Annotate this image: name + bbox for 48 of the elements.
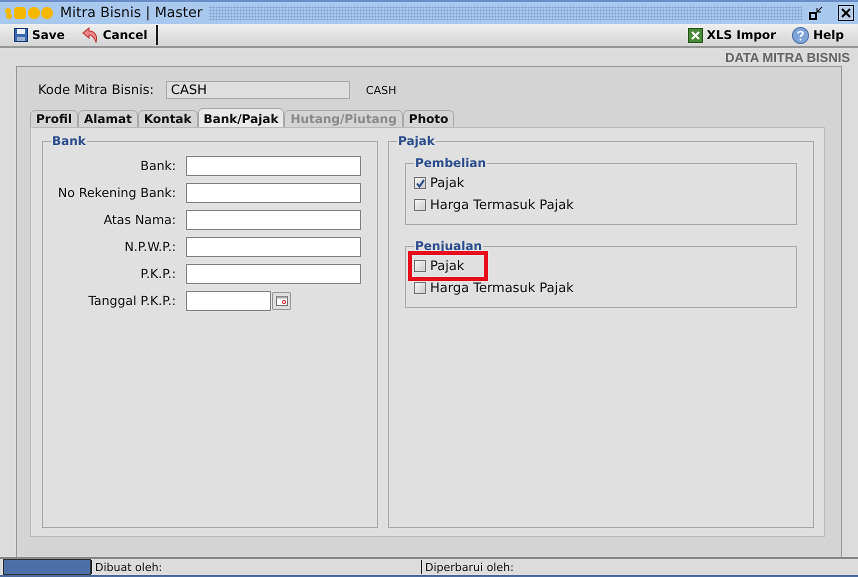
undo-arrow-icon <box>80 27 99 43</box>
group-title: Penjualan <box>414 239 483 253</box>
text-field[interactable] <box>186 236 361 256</box>
section-header: DATA MITRA BISNIS <box>725 50 850 65</box>
checkbox-label: Pajak <box>430 258 464 274</box>
help-icon <box>792 26 810 44</box>
field-label: Atas Nama: <box>102 212 176 227</box>
cancel-button[interactable]: Cancel <box>72 27 156 43</box>
window-title: Mitra Bisnis | Master <box>60 5 203 21</box>
checkbox-label: Pajak <box>430 176 464 190</box>
field-label: P.K.P.: <box>139 266 176 281</box>
code-caption: CASH <box>366 84 396 96</box>
tab[interactable]: Bank/Pajak <box>198 108 284 127</box>
checkbox[interactable] <box>414 282 426 294</box>
help-button[interactable]: Help <box>784 26 852 44</box>
checkbox-label: Harga Termasuk Pajak <box>430 280 574 296</box>
tab[interactable]: Alamat <box>78 110 138 127</box>
group-title: Pembelian <box>414 156 488 170</box>
text-field[interactable] <box>186 156 361 176</box>
group-title: Pajak <box>397 134 436 148</box>
status-text: Diperbarui oleh: <box>425 560 514 574</box>
field-label: Bank: <box>139 158 176 173</box>
code-field[interactable]: CASH <box>166 81 350 99</box>
checkbox[interactable] <box>414 177 426 189</box>
field-label: N.P.W.P.: <box>123 239 176 254</box>
field-label: Kode Mitra Bisnis: <box>38 82 154 98</box>
restore-icon[interactable] <box>808 5 824 21</box>
import-button[interactable]: XLS Impor <box>680 28 784 42</box>
tab[interactable]: Kontak <box>138 110 198 127</box>
tab[interactable]: Photo <box>402 110 454 127</box>
field-label: No Rekening Bank: <box>56 185 176 200</box>
text-field[interactable] <box>186 264 361 284</box>
date-field[interactable] <box>186 290 271 310</box>
checkbox[interactable] <box>414 199 426 211</box>
calendar-icon <box>276 296 288 306</box>
save-button[interactable]: Save <box>6 28 73 42</box>
group-title: Bank <box>51 134 87 148</box>
checkbox[interactable] <box>414 260 426 272</box>
calendar-button[interactable] <box>272 292 291 310</box>
text-field[interactable] <box>186 210 361 230</box>
bee-logo-icon <box>4 6 54 20</box>
field-label: Tanggal P.K.P.: <box>87 293 176 308</box>
checkbox-label: Harga Termasuk Pajak <box>430 198 574 212</box>
close-icon[interactable] <box>838 5 854 21</box>
tab[interactable]: Profil <box>30 110 78 127</box>
status-text: Dibuat oleh: <box>95 560 162 574</box>
spreadsheet-icon <box>688 28 703 42</box>
text-field[interactable] <box>186 182 361 202</box>
